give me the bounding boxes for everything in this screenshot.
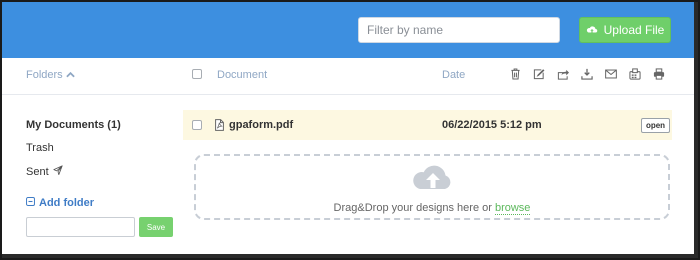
upload-file-button[interactable]: Upload File <box>579 17 671 43</box>
upload-file-label: Upload File <box>603 23 665 37</box>
sidebar-item-sent[interactable]: Sent <box>26 165 63 178</box>
browse-link[interactable]: browse <box>494 202 531 215</box>
download-icon[interactable] <box>580 67 594 81</box>
add-folder-link[interactable]: Add folder <box>26 197 94 209</box>
sidebar-item-label: Sent <box>26 165 49 178</box>
pdf-file-icon <box>215 118 224 136</box>
fax-icon[interactable] <box>628 67 642 81</box>
dropzone-text: Drag&Drop your designs here or browse <box>196 202 668 215</box>
select-all-checkbox[interactable] <box>192 69 202 79</box>
cloud-upload-icon <box>411 163 455 200</box>
chevron-up-icon <box>65 69 75 81</box>
app-frame: Upload File Folders Document Date <box>0 0 700 260</box>
document-row[interactable]: gpaform.pdf 06/22/2015 5:12 pm open <box>183 110 672 140</box>
save-folder-button[interactable]: Save <box>139 217 173 237</box>
header-divider <box>2 94 698 95</box>
print-icon[interactable] <box>652 67 666 81</box>
row-checkbox[interactable] <box>192 120 202 130</box>
add-folder-label: Add folder <box>39 197 94 209</box>
trash-icon[interactable] <box>508 67 522 81</box>
document-name[interactable]: gpaform.pdf <box>229 119 293 131</box>
cloud-upload-icon <box>586 25 598 35</box>
sidebar-item-label: Trash <box>26 142 54 154</box>
minus-square-icon <box>26 197 35 209</box>
list-header: Folders Document Date <box>2 58 698 94</box>
folders-label: Folders <box>26 69 63 81</box>
folders-toggle[interactable]: Folders <box>26 69 75 81</box>
sidebar-item-trash[interactable]: Trash <box>26 142 54 154</box>
top-bar: Upload File <box>2 2 698 58</box>
dropzone-message: Drag&Drop your designs here or <box>333 202 492 214</box>
paper-plane-icon <box>53 165 63 178</box>
document-date: 06/22/2015 5:12 pm <box>442 119 542 131</box>
share-icon[interactable] <box>556 67 570 81</box>
open-button[interactable]: open <box>641 118 670 133</box>
filter-input[interactable] <box>358 17 560 43</box>
edit-icon[interactable] <box>532 67 546 81</box>
sidebar-item-my-documents[interactable]: My Documents (1) <box>26 119 121 131</box>
document-toolbar <box>508 67 666 81</box>
document-column-header[interactable]: Document <box>217 69 267 81</box>
upload-dropzone[interactable]: Drag&Drop your designs here or browse <box>194 154 670 220</box>
date-column-header[interactable]: Date <box>442 69 465 81</box>
folder-name-input[interactable] <box>26 217 135 237</box>
email-icon[interactable] <box>604 67 618 81</box>
sidebar-item-label: My Documents (1) <box>26 119 121 131</box>
